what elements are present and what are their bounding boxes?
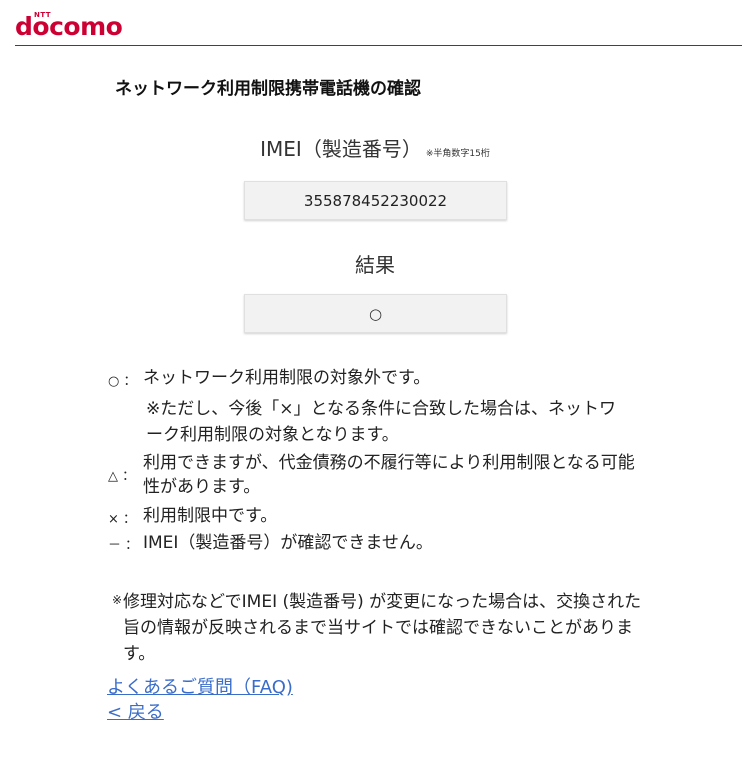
imei-label: IMEI（製造番号） <box>260 137 422 161</box>
legend-symbol-triangle: △ ： <box>108 469 136 484</box>
result-symbol: ○ <box>368 304 383 323</box>
footnote-text: 修理対応などでIMEI (製造番号) が変更になった場合は、交換された旨の情報が… <box>123 592 642 664</box>
logo-docomo-text: docomo <box>15 12 123 41</box>
repair-footnote: ※ 修理対応などでIMEI (製造番号) が変更になった場合は、交換された旨の情… <box>112 589 647 667</box>
legend-subnote-ok: ※ただし、今後「×」となる条件に合致した場合は、ネットワーク利用制限の対象となり… <box>146 399 616 445</box>
header: NTT docomo <box>15 10 742 46</box>
back-link[interactable]: < 戻る <box>107 698 164 724</box>
imei-value-box: 355878452230022 <box>244 181 507 220</box>
imei-note: ※半角数字15桁 <box>425 149 490 159</box>
legend-text-triangle: 利用できますが、代金債務の不履行等により利用制限となる可能性があります。 <box>143 453 635 497</box>
faq-link[interactable]: よくあるご質問（FAQ) <box>107 673 293 699</box>
legend-text-dash: IMEI（製造番号）が確認できません。 <box>143 533 433 553</box>
docomo-logo[interactable]: NTT docomo <box>15 10 130 40</box>
result-value-box: ○ <box>244 294 507 333</box>
legend-text-ok: ネットワーク利用制限の対象外です。 <box>143 368 431 388</box>
legend-text-cross: 利用制限中です。 <box>143 506 278 526</box>
footnote-mark: ※ <box>112 593 123 607</box>
result-label: 結果 <box>355 253 395 277</box>
imei-value: 355878452230022 <box>303 191 448 210</box>
legend-symbol-cross: × ： <box>108 512 137 527</box>
imei-label-row: IMEI（製造番号） ※半角数字15桁 <box>0 133 750 162</box>
page-title: ネットワーク利用制限携帯電話機の確認 <box>115 79 421 99</box>
legend-symbol-dash: － ： <box>108 538 139 553</box>
legend-symbol-circle: ○ ： <box>108 374 137 389</box>
